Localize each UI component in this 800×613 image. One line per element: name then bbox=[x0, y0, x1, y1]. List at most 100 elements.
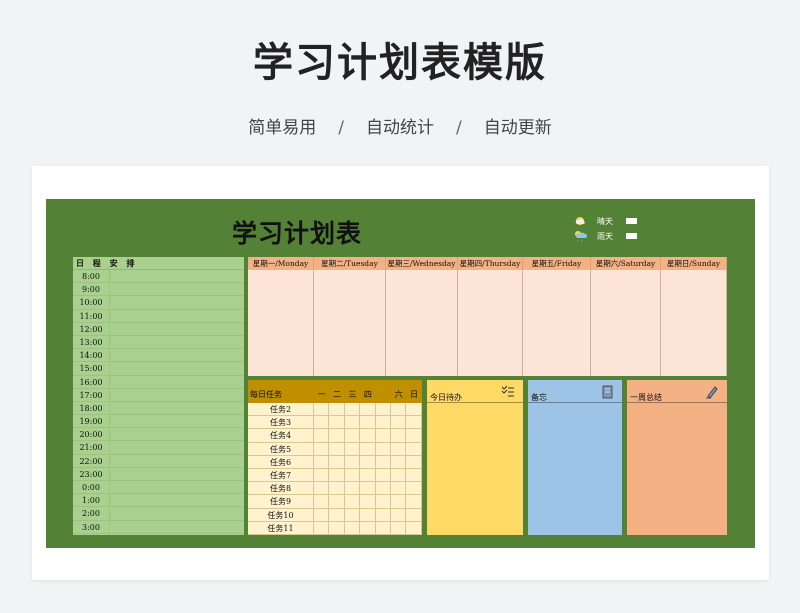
task-check-cell[interactable] bbox=[391, 482, 407, 495]
weekday-cell[interactable] bbox=[591, 270, 661, 376]
task-check-cell[interactable] bbox=[360, 455, 376, 468]
task-check-cell[interactable] bbox=[329, 442, 345, 455]
schedule-entry-cell[interactable] bbox=[110, 336, 244, 348]
weekday-cell[interactable] bbox=[314, 270, 386, 376]
task-check-cell[interactable] bbox=[314, 416, 330, 429]
schedule-entry-cell[interactable] bbox=[110, 468, 244, 480]
schedule-row[interactable]: 2:00 bbox=[73, 507, 244, 521]
task-check-cell[interactable] bbox=[314, 521, 330, 534]
task-check-cell[interactable] bbox=[406, 508, 422, 521]
schedule-row[interactable]: 17:00 bbox=[73, 388, 244, 402]
schedule-row[interactable]: 9:00 bbox=[73, 283, 244, 297]
task-check-cell[interactable] bbox=[376, 468, 391, 482]
task-check-cell[interactable] bbox=[406, 442, 422, 455]
task-check-cell[interactable] bbox=[376, 482, 391, 495]
schedule-entry-cell[interactable] bbox=[110, 521, 244, 533]
task-check-cell[interactable] bbox=[314, 508, 330, 521]
weekday-cell[interactable] bbox=[661, 270, 727, 376]
summary-panel[interactable]: 一周总结 bbox=[627, 380, 727, 535]
task-check-cell[interactable] bbox=[329, 468, 345, 482]
schedule-entry-cell[interactable] bbox=[110, 402, 244, 414]
schedule-row[interactable]: 1:00 bbox=[73, 494, 244, 508]
task-check-cell[interactable] bbox=[360, 468, 376, 482]
schedule-entry-cell[interactable] bbox=[110, 455, 244, 467]
task-check-cell[interactable] bbox=[329, 455, 345, 468]
task-check-cell[interactable] bbox=[360, 521, 376, 534]
task-check-cell[interactable] bbox=[391, 429, 407, 442]
task-check-cell[interactable] bbox=[345, 508, 361, 521]
schedule-row[interactable]: 13:00 bbox=[73, 335, 244, 350]
task-check-cell[interactable] bbox=[376, 442, 391, 455]
task-check-cell[interactable] bbox=[329, 495, 345, 508]
schedule-row[interactable]: 0:00 bbox=[73, 481, 244, 495]
task-check-cell[interactable] bbox=[406, 429, 422, 442]
task-check-cell[interactable] bbox=[314, 442, 330, 455]
task-check-cell[interactable] bbox=[329, 429, 345, 442]
schedule-row[interactable]: 8:00 bbox=[73, 270, 244, 284]
task-check-cell[interactable] bbox=[406, 482, 422, 495]
task-check-cell[interactable] bbox=[376, 455, 391, 468]
schedule-row[interactable]: 18:00 bbox=[73, 401, 244, 416]
task-check-cell[interactable] bbox=[360, 403, 376, 416]
task-check-cell[interactable] bbox=[314, 495, 330, 508]
schedule-entry-cell[interactable] bbox=[110, 376, 244, 388]
schedule-entry-cell[interactable] bbox=[110, 362, 244, 374]
task-check-cell[interactable] bbox=[314, 482, 330, 495]
task-check-cell[interactable] bbox=[314, 403, 330, 416]
schedule-entry-cell[interactable] bbox=[110, 296, 244, 308]
task-check-cell[interactable] bbox=[345, 416, 361, 429]
schedule-row[interactable]: 10:00 bbox=[73, 296, 244, 310]
task-check-cell[interactable] bbox=[314, 468, 330, 482]
schedule-entry-cell[interactable] bbox=[110, 270, 244, 282]
task-check-cell[interactable] bbox=[391, 403, 407, 416]
weekday-cell[interactable] bbox=[523, 270, 591, 376]
task-check-cell[interactable] bbox=[406, 521, 422, 534]
schedule-row[interactable]: 20:00 bbox=[73, 428, 244, 442]
schedule-row[interactable]: 12:00 bbox=[73, 322, 244, 336]
task-check-cell[interactable] bbox=[406, 455, 422, 468]
task-check-cell[interactable] bbox=[376, 429, 391, 442]
task-check-cell[interactable] bbox=[391, 468, 407, 482]
task-check-cell[interactable] bbox=[391, 416, 407, 429]
schedule-entry-cell[interactable] bbox=[110, 389, 244, 401]
schedule-entry-cell[interactable] bbox=[110, 323, 244, 335]
task-check-cell[interactable] bbox=[345, 495, 361, 508]
schedule-row[interactable]: 21:00 bbox=[73, 441, 244, 455]
task-check-cell[interactable] bbox=[360, 416, 376, 429]
task-check-cell[interactable] bbox=[376, 521, 391, 534]
task-check-cell[interactable] bbox=[314, 429, 330, 442]
weekday-cell[interactable] bbox=[386, 270, 458, 376]
task-check-cell[interactable] bbox=[376, 403, 391, 416]
task-check-cell[interactable] bbox=[345, 521, 361, 534]
schedule-row[interactable]: 19:00 bbox=[73, 415, 244, 429]
task-check-cell[interactable] bbox=[406, 495, 422, 508]
task-check-cell[interactable] bbox=[329, 416, 345, 429]
task-check-cell[interactable] bbox=[345, 403, 361, 416]
schedule-entry-cell[interactable] bbox=[110, 441, 244, 453]
task-check-cell[interactable] bbox=[406, 416, 422, 429]
task-check-cell[interactable] bbox=[360, 442, 376, 455]
weekday-cell[interactable] bbox=[248, 270, 314, 376]
task-check-cell[interactable] bbox=[360, 429, 376, 442]
task-check-cell[interactable] bbox=[391, 508, 407, 521]
task-check-cell[interactable] bbox=[391, 495, 407, 508]
task-check-cell[interactable] bbox=[406, 403, 422, 416]
schedule-entry-cell[interactable] bbox=[110, 494, 244, 506]
todo-panel[interactable]: 今日待办 bbox=[427, 380, 523, 535]
schedule-row[interactable]: 3:00 bbox=[73, 520, 244, 534]
schedule-row[interactable]: 16:00 bbox=[73, 375, 244, 389]
schedule-entry-cell[interactable] bbox=[110, 507, 244, 519]
task-check-cell[interactable] bbox=[345, 429, 361, 442]
task-check-cell[interactable] bbox=[406, 468, 422, 482]
task-check-cell[interactable] bbox=[345, 468, 361, 482]
memo-panel[interactable]: 备忘 bbox=[528, 380, 622, 535]
task-check-cell[interactable] bbox=[345, 442, 361, 455]
schedule-entry-cell[interactable] bbox=[110, 310, 244, 322]
schedule-entry-cell[interactable] bbox=[110, 428, 244, 440]
schedule-entry-cell[interactable] bbox=[110, 481, 244, 493]
schedule-entry-cell[interactable] bbox=[110, 283, 244, 295]
task-check-cell[interactable] bbox=[329, 508, 345, 521]
schedule-row[interactable]: 14:00 bbox=[73, 349, 244, 363]
schedule-entry-cell[interactable] bbox=[110, 415, 244, 427]
task-check-cell[interactable] bbox=[376, 508, 391, 521]
